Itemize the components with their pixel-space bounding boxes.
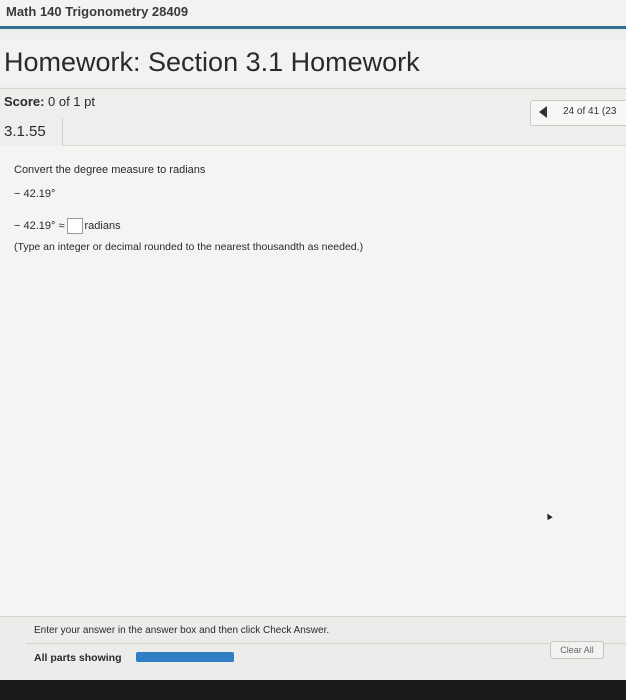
question-id-box: 3.1.55 bbox=[0, 118, 63, 147]
footer: Enter your answer in the answer box and … bbox=[0, 616, 626, 680]
answer-input[interactable] bbox=[66, 218, 83, 234]
given-degree-value: − 42.19° bbox=[14, 188, 56, 200]
divider bbox=[26, 643, 626, 644]
page-title: Homework: Section 3.1 Homework bbox=[4, 47, 420, 77]
score-value: 0 of 1 pt bbox=[48, 94, 95, 109]
previous-question-icon[interactable] bbox=[539, 106, 547, 118]
score-label: Score: bbox=[4, 94, 45, 109]
question-id: 3.1.55 bbox=[4, 123, 46, 140]
footer-message: Enter your answer in the answer box and … bbox=[34, 625, 330, 636]
homework-screen: Math 140 Trigonometry 28409 Homework: Se… bbox=[0, 0, 626, 680]
answer-prefix: − 42.19° ≈ bbox=[14, 220, 65, 232]
question-count[interactable]: 24 of 41 (23 bbox=[563, 106, 616, 117]
course-title[interactable]: Math 140 Trigonometry 28409 bbox=[6, 4, 188, 19]
course-bar: Math 140 Trigonometry 28409 bbox=[0, 0, 626, 29]
question-instruction: Convert the degree measure to radians bbox=[14, 164, 206, 176]
answer-row: − 42.19° ≈ radians bbox=[14, 218, 121, 234]
answer-hint: (Type an integer or decimal rounded to t… bbox=[14, 241, 364, 253]
parts-progress-bar bbox=[136, 652, 234, 662]
clear-all-button[interactable]: Clear All bbox=[550, 641, 604, 659]
question-navigator: 24 of 41 (23 bbox=[530, 100, 626, 126]
parts-showing-label: All parts showing bbox=[34, 652, 122, 664]
mouse-cursor-icon: ▲ bbox=[541, 509, 556, 524]
question-content: Convert the degree measure to radians − … bbox=[0, 146, 626, 616]
answer-unit: radians bbox=[84, 220, 121, 232]
homework-header: Homework: Section 3.1 Homework bbox=[0, 40, 626, 84]
